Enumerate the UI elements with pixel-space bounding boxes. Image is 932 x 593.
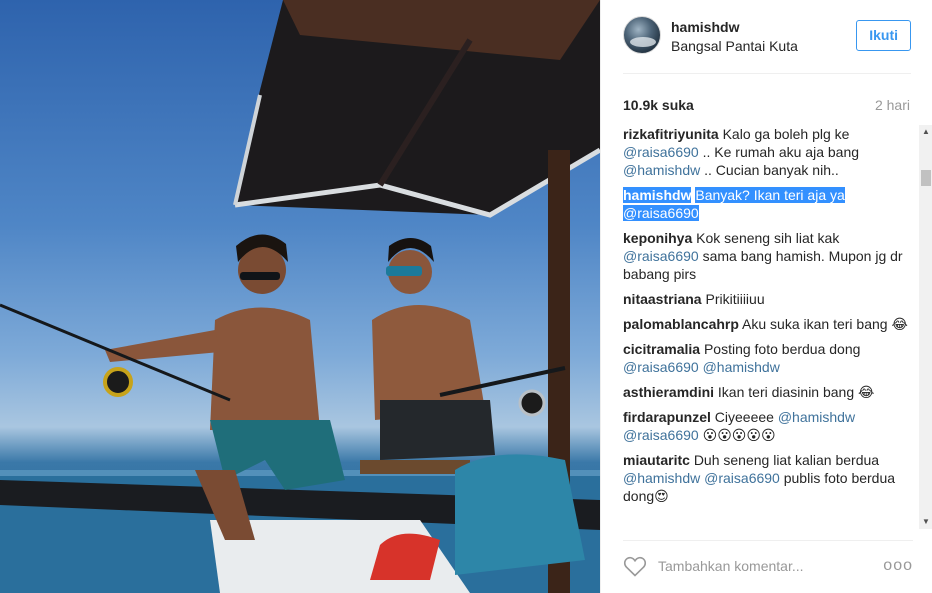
comment-item: nitaastriana Prikitiiiiuu <box>623 290 913 308</box>
mention-link[interactable]: @raisa6690 <box>623 205 699 221</box>
comment-username[interactable]: rizkafitriyunita <box>623 126 719 142</box>
comments-scrollbar[interactable]: ▲ ▼ <box>919 125 932 529</box>
post-header: hamishdw Bangsal Pantai Kuta Ikuti <box>623 16 911 74</box>
comment-username[interactable]: asthieramdini <box>623 384 714 400</box>
mention-link[interactable]: @raisa6690 <box>623 248 699 264</box>
mention-link[interactable]: @hamishdw <box>623 162 700 178</box>
mention-link[interactable]: @hamishdw <box>778 409 855 425</box>
comment-username[interactable]: hamishdw <box>623 187 692 203</box>
comment-text: Aku suka ikan teri bang 😂 <box>742 316 908 332</box>
comment-username[interactable]: firdarapunzel <box>623 409 711 425</box>
comment-text: .. Ke rumah aku aja bang <box>698 144 860 160</box>
add-comment-input[interactable] <box>658 555 858 577</box>
mention-link[interactable]: @raisa6690 <box>623 359 699 375</box>
avatar[interactable] <box>623 16 661 54</box>
comment-text: Kalo ga boleh plg ke <box>722 126 850 142</box>
comment-list: rizkafitriyunita Kalo ga boleh plg ke @r… <box>623 125 913 527</box>
comment-footer: ooo <box>623 540 913 588</box>
follow-button[interactable]: Ikuti <box>856 20 911 51</box>
scroll-down-arrow-icon[interactable]: ▼ <box>919 515 932 529</box>
comment-username[interactable]: miautaritc <box>623 452 690 468</box>
comment-text: 😮😮😮😮😮 <box>698 427 776 443</box>
comment-text: Ikan teri diasinin bang 😂 <box>717 384 875 400</box>
scroll-thumb[interactable] <box>921 170 931 186</box>
post-time[interactable]: 2 hari <box>875 97 910 113</box>
mention-link[interactable]: @hamishdw <box>623 470 700 486</box>
more-options-icon[interactable]: ooo <box>883 557 913 575</box>
comment-item: asthieramdini Ikan teri diasinin bang 😂 <box>623 383 913 401</box>
comment-item: firdarapunzel Ciyeeeee @hamishdw @raisa6… <box>623 408 913 444</box>
comment-username[interactable]: keponihya <box>623 230 692 246</box>
comment-username[interactable]: cicitramalia <box>623 341 700 357</box>
comment-username[interactable]: palomablancahrp <box>623 316 739 332</box>
like-count[interactable]: 10.9k suka <box>623 97 694 113</box>
mention-link[interactable]: @raisa6690 <box>704 470 780 486</box>
post-detail-panel: hamishdw Bangsal Pantai Kuta Ikuti 10.9k… <box>600 0 932 593</box>
comment-text: Kok seneng sih liat kak <box>696 230 840 246</box>
comment-text: Ciyeeeee <box>714 409 778 425</box>
comment-text: Prikitiiiiuu <box>705 291 765 307</box>
comment-text: Posting foto berdua dong <box>703 341 861 357</box>
mention-link[interactable]: @raisa6690 <box>623 144 699 160</box>
comment-text: Duh seneng liat kalian berdua <box>693 452 880 468</box>
comment-username[interactable]: nitaastriana <box>623 291 702 307</box>
fishing-photo-illustration <box>0 0 600 593</box>
comment-item: miautaritc Duh seneng liat kalian berdua… <box>623 451 913 505</box>
comment-text: .. Cucian banyak nih.. <box>700 162 839 178</box>
username-link[interactable]: hamishdw <box>671 19 739 35</box>
comment-item: rizkafitriyunita Kalo ga boleh plg ke @r… <box>623 125 913 179</box>
comment-item: cicitramalia Posting foto berdua dong @r… <box>623 340 913 376</box>
post-photo[interactable] <box>0 0 600 593</box>
mention-link[interactable]: @raisa6690 <box>623 427 699 443</box>
comment-item: hamishdw Banyak? Ikan teri aja ya @raisa… <box>623 186 913 222</box>
location-link[interactable]: Bangsal Pantai Kuta <box>671 38 798 54</box>
comment-item: keponihya Kok seneng sih liat kak @raisa… <box>623 229 913 283</box>
mention-link[interactable]: @hamishdw <box>703 359 780 375</box>
comment-text: Banyak? Ikan teri aja ya <box>695 187 845 203</box>
scroll-up-arrow-icon[interactable]: ▲ <box>919 125 932 139</box>
heart-icon[interactable] <box>623 555 647 577</box>
comment-item: palomablancahrp Aku suka ikan teri bang … <box>623 315 913 333</box>
